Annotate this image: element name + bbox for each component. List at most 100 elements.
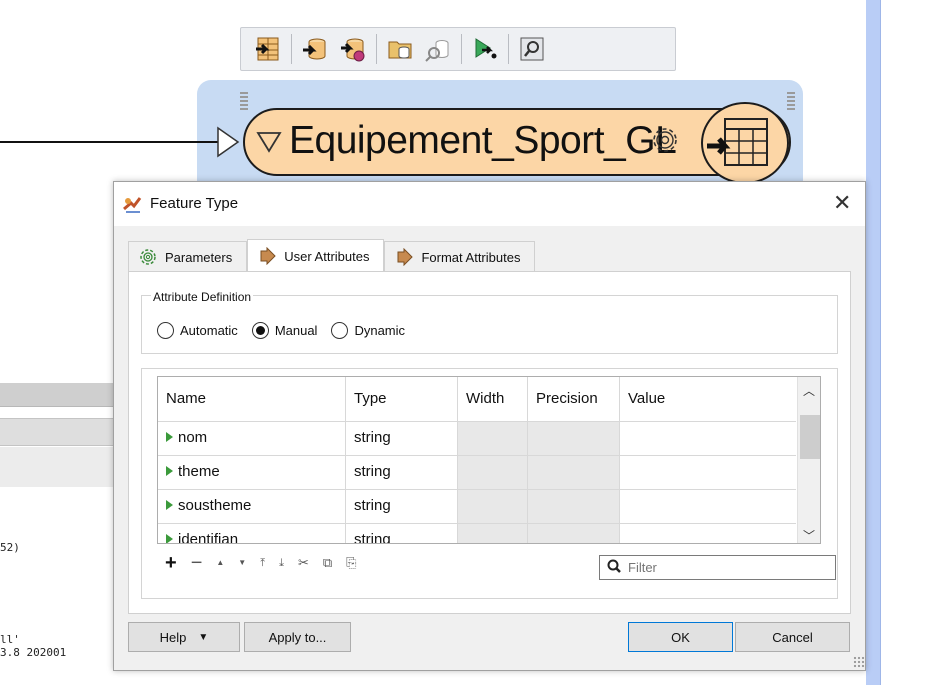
table-header: Name Type Width Precision Value [158, 377, 796, 421]
open-dataset-icon[interactable] [383, 32, 417, 66]
cell-width[interactable] [458, 422, 528, 456]
table-row[interactable]: identifian string [158, 523, 796, 543]
add-writer-icon[interactable] [336, 32, 370, 66]
dialog-title: Feature Type [150, 195, 239, 212]
cell-name[interactable]: theme [158, 456, 346, 490]
scroll-down-icon[interactable]: ﹀ [803, 527, 815, 543]
cut-icon[interactable]: ✂ [298, 555, 309, 571]
cell-precision[interactable] [528, 524, 620, 543]
attribute-arrow-icon [258, 247, 276, 265]
table-row[interactable]: theme string [158, 455, 796, 490]
node-resize-handle[interactable] [787, 92, 795, 112]
add-reader-icon[interactable] [298, 32, 332, 66]
add-icon[interactable]: + [165, 553, 177, 573]
feature-type-toolbar [240, 27, 676, 71]
attribute-tools: + − ▲ ▼ ⤒ ⤓ ✂ ⧉ ⎘ [165, 553, 371, 573]
column-header-value[interactable]: Value [620, 377, 796, 421]
ok-button[interactable]: OK [628, 622, 733, 652]
background-panel-header [0, 383, 115, 407]
column-header-width[interactable]: Width [458, 377, 528, 421]
inspect-icon[interactable] [421, 32, 455, 66]
table-row[interactable]: soustheme string [158, 489, 796, 524]
resize-grip-icon[interactable] [853, 656, 865, 668]
feature-type-dialog: Feature Type ✕ Parameters User Attribute… [113, 181, 866, 671]
tab-label: User Attributes [284, 248, 370, 264]
cancel-button[interactable]: Cancel [735, 622, 850, 652]
apply-to-button[interactable]: Apply to... [244, 622, 351, 652]
gear-icon[interactable] [647, 122, 683, 158]
cell-width[interactable] [458, 456, 528, 490]
tab-label: Format Attributes [421, 249, 521, 265]
filter-input[interactable] [628, 559, 828, 576]
column-header-name[interactable]: Name [158, 377, 346, 421]
cell-precision[interactable] [528, 422, 620, 456]
radio-label-dynamic[interactable]: Dynamic [354, 323, 405, 338]
attribute-definition-options: Automatic Manual Dynamic [157, 322, 419, 339]
connection-line[interactable] [0, 141, 218, 143]
gear-icon [139, 248, 157, 266]
scrollbar-thumb[interactable] [800, 415, 820, 459]
user-attributes-panel: Attribute Definition Automatic Manual Dy… [128, 271, 851, 614]
move-to-top-icon[interactable]: ⤒ [260, 555, 265, 571]
expand-arrow-icon[interactable] [166, 534, 173, 543]
cell-value[interactable] [620, 524, 796, 543]
cell-name[interactable]: nom [158, 422, 346, 456]
remove-icon[interactable]: − [191, 553, 203, 573]
tab-user-attributes[interactable]: User Attributes [247, 239, 385, 272]
copy-icon[interactable]: ⧉ [323, 555, 332, 571]
cell-type[interactable]: string [346, 422, 458, 456]
dropdown-caret-icon: ▼ [198, 631, 209, 643]
cell-width[interactable] [458, 490, 528, 524]
filter-field[interactable] [599, 555, 836, 580]
paste-icon[interactable]: ⎘ [346, 555, 356, 571]
cell-type[interactable]: string [346, 456, 458, 490]
attribute-arrow-icon [395, 248, 414, 266]
cell-value[interactable] [620, 456, 796, 490]
column-header-type[interactable]: Type [346, 377, 458, 421]
cell-precision[interactable] [528, 456, 620, 490]
cell-precision[interactable] [528, 490, 620, 524]
close-icon[interactable]: ✕ [833, 192, 851, 214]
cell-name[interactable]: identifian [158, 524, 346, 543]
background-panel-row [0, 418, 115, 446]
move-to-bottom-icon[interactable]: ⤓ [279, 555, 284, 571]
table-row[interactable]: nom string [158, 421, 796, 456]
run-icon[interactable] [468, 32, 502, 66]
toolbar-separator [291, 34, 292, 64]
radio-manual[interactable] [251, 322, 269, 339]
fme-app-icon [123, 197, 142, 213]
column-header-precision[interactable]: Precision [528, 377, 620, 421]
cell-value[interactable] [620, 422, 796, 456]
table-vertical-scrollbar[interactable]: ︿ ﹀ [797, 377, 820, 543]
log-text-line: 3.8 202001 [0, 646, 67, 659]
search-icon [607, 559, 621, 573]
help-button[interactable]: Help ▼ [128, 622, 240, 652]
dialog-titlebar[interactable]: Feature Type ✕ [114, 182, 865, 226]
move-up-icon[interactable]: ▲ [216, 555, 224, 571]
tab-parameters[interactable]: Parameters [128, 241, 248, 272]
cell-name[interactable]: soustheme [158, 490, 346, 524]
insert-reader-icon[interactable] [251, 32, 285, 66]
move-down-icon[interactable]: ▼ [238, 555, 246, 571]
zoom-icon[interactable] [515, 32, 549, 66]
radio-dynamic[interactable] [331, 322, 349, 339]
tab-label: Parameters [165, 249, 233, 265]
node-resize-handle[interactable] [240, 92, 248, 112]
collapse-triangle-icon[interactable] [256, 130, 282, 154]
log-text-line: 52) [0, 541, 20, 554]
radio-label-manual[interactable]: Manual [275, 323, 318, 338]
cell-width[interactable] [458, 524, 528, 543]
canvas-edge-strip [866, 0, 880, 685]
attribute-definition-label: Attribute Definition [151, 290, 254, 304]
tab-format-attributes[interactable]: Format Attributes [384, 241, 536, 272]
expand-arrow-icon[interactable] [166, 500, 173, 510]
cell-value[interactable] [620, 490, 796, 524]
scroll-up-icon[interactable]: ︿ [803, 382, 815, 399]
radio-label-automatic[interactable]: Automatic [180, 323, 238, 338]
cell-type[interactable]: string [346, 490, 458, 524]
expand-arrow-icon[interactable] [166, 432, 173, 442]
expand-arrow-icon[interactable] [166, 466, 173, 476]
radio-automatic[interactable] [157, 322, 174, 339]
attributes-table: Name Type Width Precision Value nom stri… [157, 376, 821, 544]
cell-type[interactable]: string [346, 524, 458, 543]
